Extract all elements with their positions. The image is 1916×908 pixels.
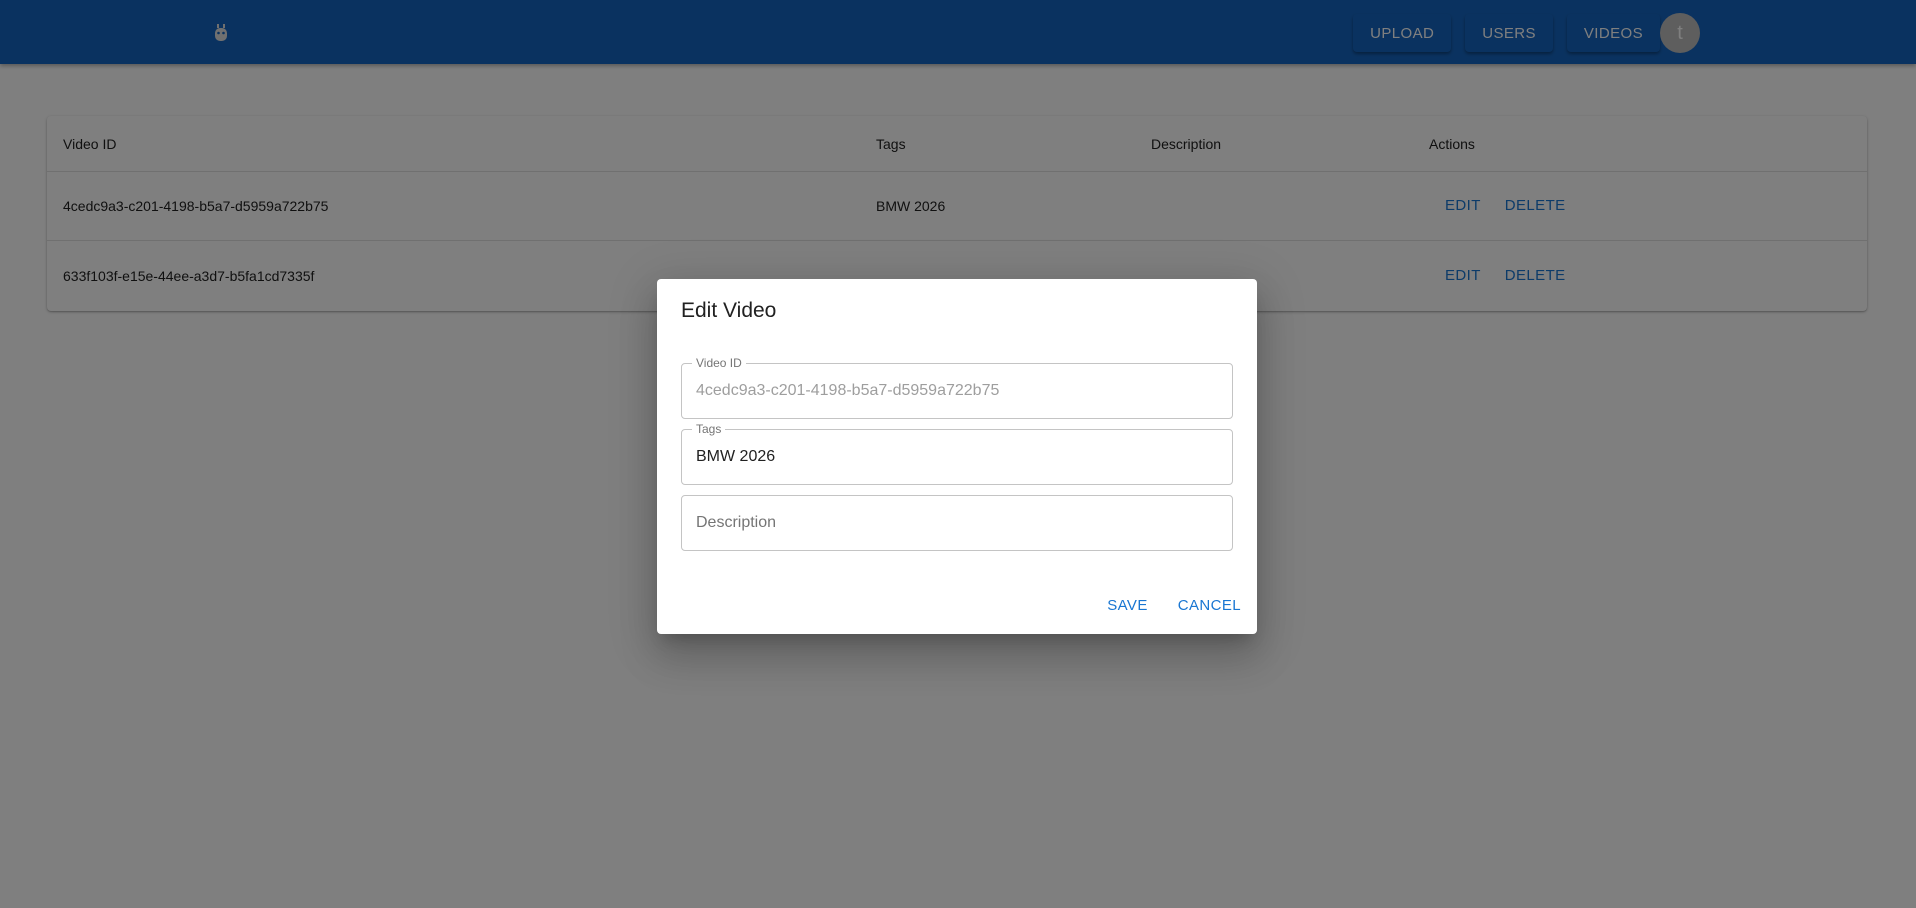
dialog-title: Edit Video [681,299,777,322]
video-id-value: 4cedc9a3-c201-4198-b5a7-d5959a722b75 [696,382,1000,399]
dialog-actions: SAVE CANCEL [1085,591,1249,620]
cancel-button[interactable]: CANCEL [1170,591,1249,620]
tags-field[interactable]: Tags BMW 2026 [681,422,1233,485]
tags-value: BMW 2026 [696,448,776,465]
edit-video-dialog: Edit Video Video ID 4cedc9a3-c201-4198-b… [657,279,1257,634]
save-button[interactable]: SAVE [1099,591,1156,620]
video-id-field[interactable]: Video ID 4cedc9a3-c201-4198-b5a7-d5959a7… [681,356,1233,419]
description-field[interactable]: Description [681,495,1233,551]
description-placeholder: Description [696,514,777,531]
